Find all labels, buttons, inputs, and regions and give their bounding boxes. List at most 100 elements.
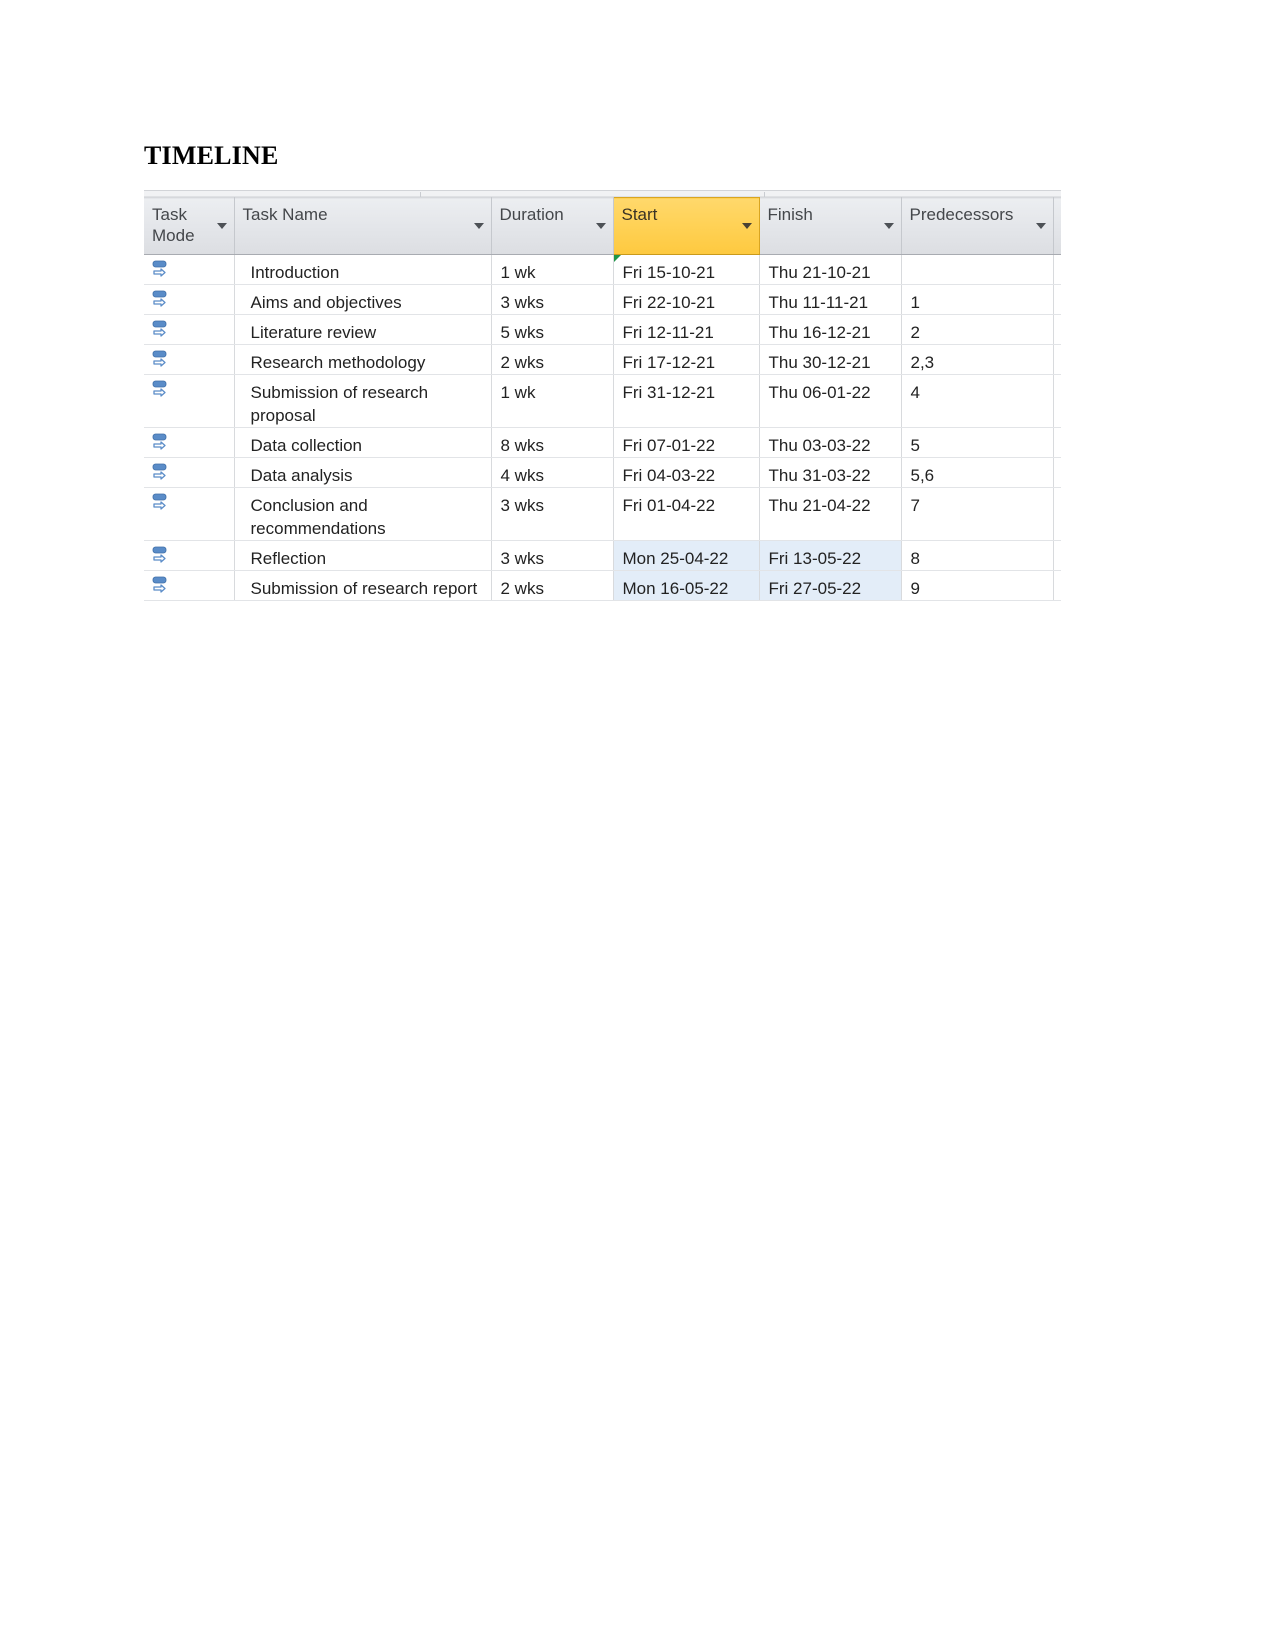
cell-predecessors[interactable]: 9 bbox=[901, 570, 1054, 601]
cell-start[interactable]: Fri 07-01-22 bbox=[613, 427, 760, 458]
cell-task-name[interactable]: Aims and objectives bbox=[234, 284, 492, 315]
cell-predecessors[interactable]: 5 bbox=[901, 427, 1054, 458]
cell-task-name-text: Conclusion and recommendations bbox=[250, 496, 386, 538]
auto-schedule-icon bbox=[152, 259, 174, 281]
cell-predecessors[interactable]: 5,6 bbox=[901, 457, 1054, 488]
cell-finish-text: Fri 13-05-22 bbox=[768, 549, 862, 568]
cell-finish[interactable]: Fri 13-05-22 bbox=[759, 540, 902, 571]
cell-start[interactable]: Fri 31-12-21 bbox=[613, 374, 760, 428]
cell-finish[interactable]: Thu 06-01-22 bbox=[759, 374, 902, 428]
cell-start-text: Fri 22-10-21 bbox=[622, 293, 716, 312]
cell-task-mode[interactable] bbox=[144, 344, 235, 375]
filter-dropdown-icon[interactable] bbox=[1035, 223, 1046, 229]
filter-dropdown-icon[interactable] bbox=[473, 223, 484, 229]
table-row[interactable]: Submission of research report 2 wks Mon 16… bbox=[144, 570, 1061, 601]
column-header-finish[interactable]: Finish bbox=[759, 197, 902, 255]
cell-task-name[interactable]: Reflection bbox=[234, 540, 492, 571]
cell-finish[interactable]: Thu 16-12-21 bbox=[759, 314, 902, 345]
cell-task-name[interactable]: Data collection bbox=[234, 427, 492, 458]
cell-duration[interactable]: 8 wks bbox=[491, 427, 614, 458]
cell-task-name[interactable]: Submission of research report bbox=[234, 570, 492, 601]
table-row[interactable]: Reflection 3 wks Mon 25-04-22 Fri 13-05-22 8 bbox=[144, 540, 1061, 571]
column-header-start[interactable]: Start bbox=[612, 197, 760, 255]
cell-finish[interactable]: Fri 27-05-22 bbox=[759, 570, 902, 601]
cell-start[interactable]: Fri 04-03-22 bbox=[613, 457, 760, 488]
filter-dropdown-icon[interactable] bbox=[741, 223, 752, 229]
cell-task-name-text: Literature review bbox=[250, 323, 377, 342]
cell-start[interactable]: Mon 25-04-22 bbox=[613, 540, 760, 571]
cell-predecessors[interactable]: 4 bbox=[901, 374, 1054, 428]
cell-duration-text: 2 wks bbox=[500, 579, 544, 598]
filter-dropdown-icon[interactable] bbox=[883, 223, 894, 229]
table-row[interactable]: Literature review 5 wks Fri 12-11-21 Thu 16… bbox=[144, 314, 1061, 345]
cell-task-name[interactable]: Data analysis bbox=[234, 457, 492, 488]
table-row[interactable]: Data analysis 4 wks Fri 04-03-22 Thu 31-03-… bbox=[144, 457, 1061, 488]
cell-start[interactable]: Fri 01-04-22 bbox=[613, 487, 760, 541]
table-row[interactable]: Data collection 8 wks Fri 07-01-22 Thu 03-0… bbox=[144, 427, 1061, 458]
cell-task-name[interactable]: Research methodology bbox=[234, 344, 492, 375]
table-row[interactable]: Conclusion and recommendations 3 wks Fri 0… bbox=[144, 487, 1061, 541]
cell-start-text: Fri 01-04-22 bbox=[622, 496, 716, 515]
cell-finish[interactable]: Thu 30-12-21 bbox=[759, 344, 902, 375]
cell-task-mode[interactable] bbox=[144, 457, 235, 488]
filter-dropdown-icon[interactable] bbox=[595, 223, 606, 229]
cell-start[interactable]: Mon 16-05-22 bbox=[613, 570, 760, 601]
table-row[interactable]: Research methodology 2 wks Fri 17-12-21 Thu… bbox=[144, 344, 1061, 375]
cell-start[interactable]: Fri 22-10-21 bbox=[613, 284, 760, 315]
cell-predecessors[interactable]: 7 bbox=[901, 487, 1054, 541]
cell-predecessors[interactable]: 2,3 bbox=[901, 344, 1054, 375]
column-header-task_mode[interactable]: Task Mode bbox=[144, 197, 235, 255]
grid-body: Introduction 1 wk Fri 15-10-21 Thu 21-10-21… bbox=[144, 254, 1061, 601]
grid-splitter-strip[interactable] bbox=[144, 190, 1061, 197]
cell-finish[interactable]: Thu 11-11-21 bbox=[759, 284, 902, 315]
cell-task-name[interactable]: Submission of research proposal bbox=[234, 374, 492, 428]
cell-finish[interactable]: Thu 03-03-22 bbox=[759, 427, 902, 458]
cell-predecessors-text: 2 bbox=[910, 323, 920, 342]
cell-task-mode[interactable] bbox=[144, 254, 235, 285]
table-row[interactable]: Aims and objectives 3 wks Fri 22-10-21 Thu … bbox=[144, 284, 1061, 315]
cell-duration[interactable]: 2 wks bbox=[491, 344, 614, 375]
cell-overflow-column bbox=[1052, 487, 1061, 541]
table-row[interactable]: Introduction 1 wk Fri 15-10-21 Thu 21-10-21 bbox=[144, 254, 1061, 285]
cell-duration[interactable]: 4 wks bbox=[491, 457, 614, 488]
cell-task-name[interactable]: Introduction bbox=[234, 254, 492, 285]
cell-start[interactable]: Fri 15-10-21 bbox=[613, 254, 760, 285]
column-header-predecessors[interactable]: Predecessors bbox=[901, 197, 1054, 255]
cell-task-mode[interactable] bbox=[144, 374, 235, 428]
cell-duration[interactable]: 1 wk bbox=[491, 374, 614, 428]
cell-overflow-column bbox=[1052, 374, 1061, 428]
cell-finish-text: Thu 30-12-21 bbox=[768, 353, 871, 372]
cell-finish[interactable]: Thu 31-03-22 bbox=[759, 457, 902, 488]
cell-overflow-column bbox=[1052, 314, 1061, 345]
cell-duration[interactable]: 3 wks bbox=[491, 284, 614, 315]
cell-task-mode[interactable] bbox=[144, 540, 235, 571]
column-header-task_name[interactable]: Task Name bbox=[234, 197, 492, 255]
cell-predecessors-text: 5,6 bbox=[910, 466, 935, 485]
cell-duration[interactable]: 3 wks bbox=[491, 487, 614, 541]
cell-start[interactable]: Fri 17-12-21 bbox=[613, 344, 760, 375]
column-header-duration[interactable]: Duration bbox=[491, 197, 614, 255]
cell-duration[interactable]: 1 wk bbox=[491, 254, 614, 285]
cell-start[interactable]: Fri 12-11-21 bbox=[613, 314, 760, 345]
cell-finish[interactable]: Thu 21-10-21 bbox=[759, 254, 902, 285]
cell-duration[interactable]: 5 wks bbox=[491, 314, 614, 345]
cell-task-mode[interactable] bbox=[144, 284, 235, 315]
cell-task-mode[interactable] bbox=[144, 314, 235, 345]
cell-finish[interactable]: Thu 21-04-22 bbox=[759, 487, 902, 541]
cell-task-mode[interactable] bbox=[144, 487, 235, 541]
cell-duration[interactable]: 3 wks bbox=[491, 540, 614, 571]
cell-task-name[interactable]: Literature review bbox=[234, 314, 492, 345]
cell-predecessors[interactable]: 2 bbox=[901, 314, 1054, 345]
cell-predecessors[interactable]: 8 bbox=[901, 540, 1054, 571]
table-row[interactable]: Submission of research proposal 1 wk Fri 3… bbox=[144, 374, 1061, 428]
cell-duration-text: 5 wks bbox=[500, 323, 544, 342]
cell-task-mode[interactable] bbox=[144, 570, 235, 601]
cell-task-name[interactable]: Conclusion and recommendations bbox=[234, 487, 492, 541]
filter-dropdown-icon[interactable] bbox=[216, 223, 227, 229]
cell-finish-text: Thu 31-03-22 bbox=[768, 466, 871, 485]
cell-predecessors[interactable] bbox=[901, 254, 1054, 285]
cell-task-mode[interactable] bbox=[144, 427, 235, 458]
cell-overflow-column bbox=[1052, 254, 1061, 285]
cell-duration[interactable]: 2 wks bbox=[491, 570, 614, 601]
cell-predecessors[interactable]: 1 bbox=[901, 284, 1054, 315]
